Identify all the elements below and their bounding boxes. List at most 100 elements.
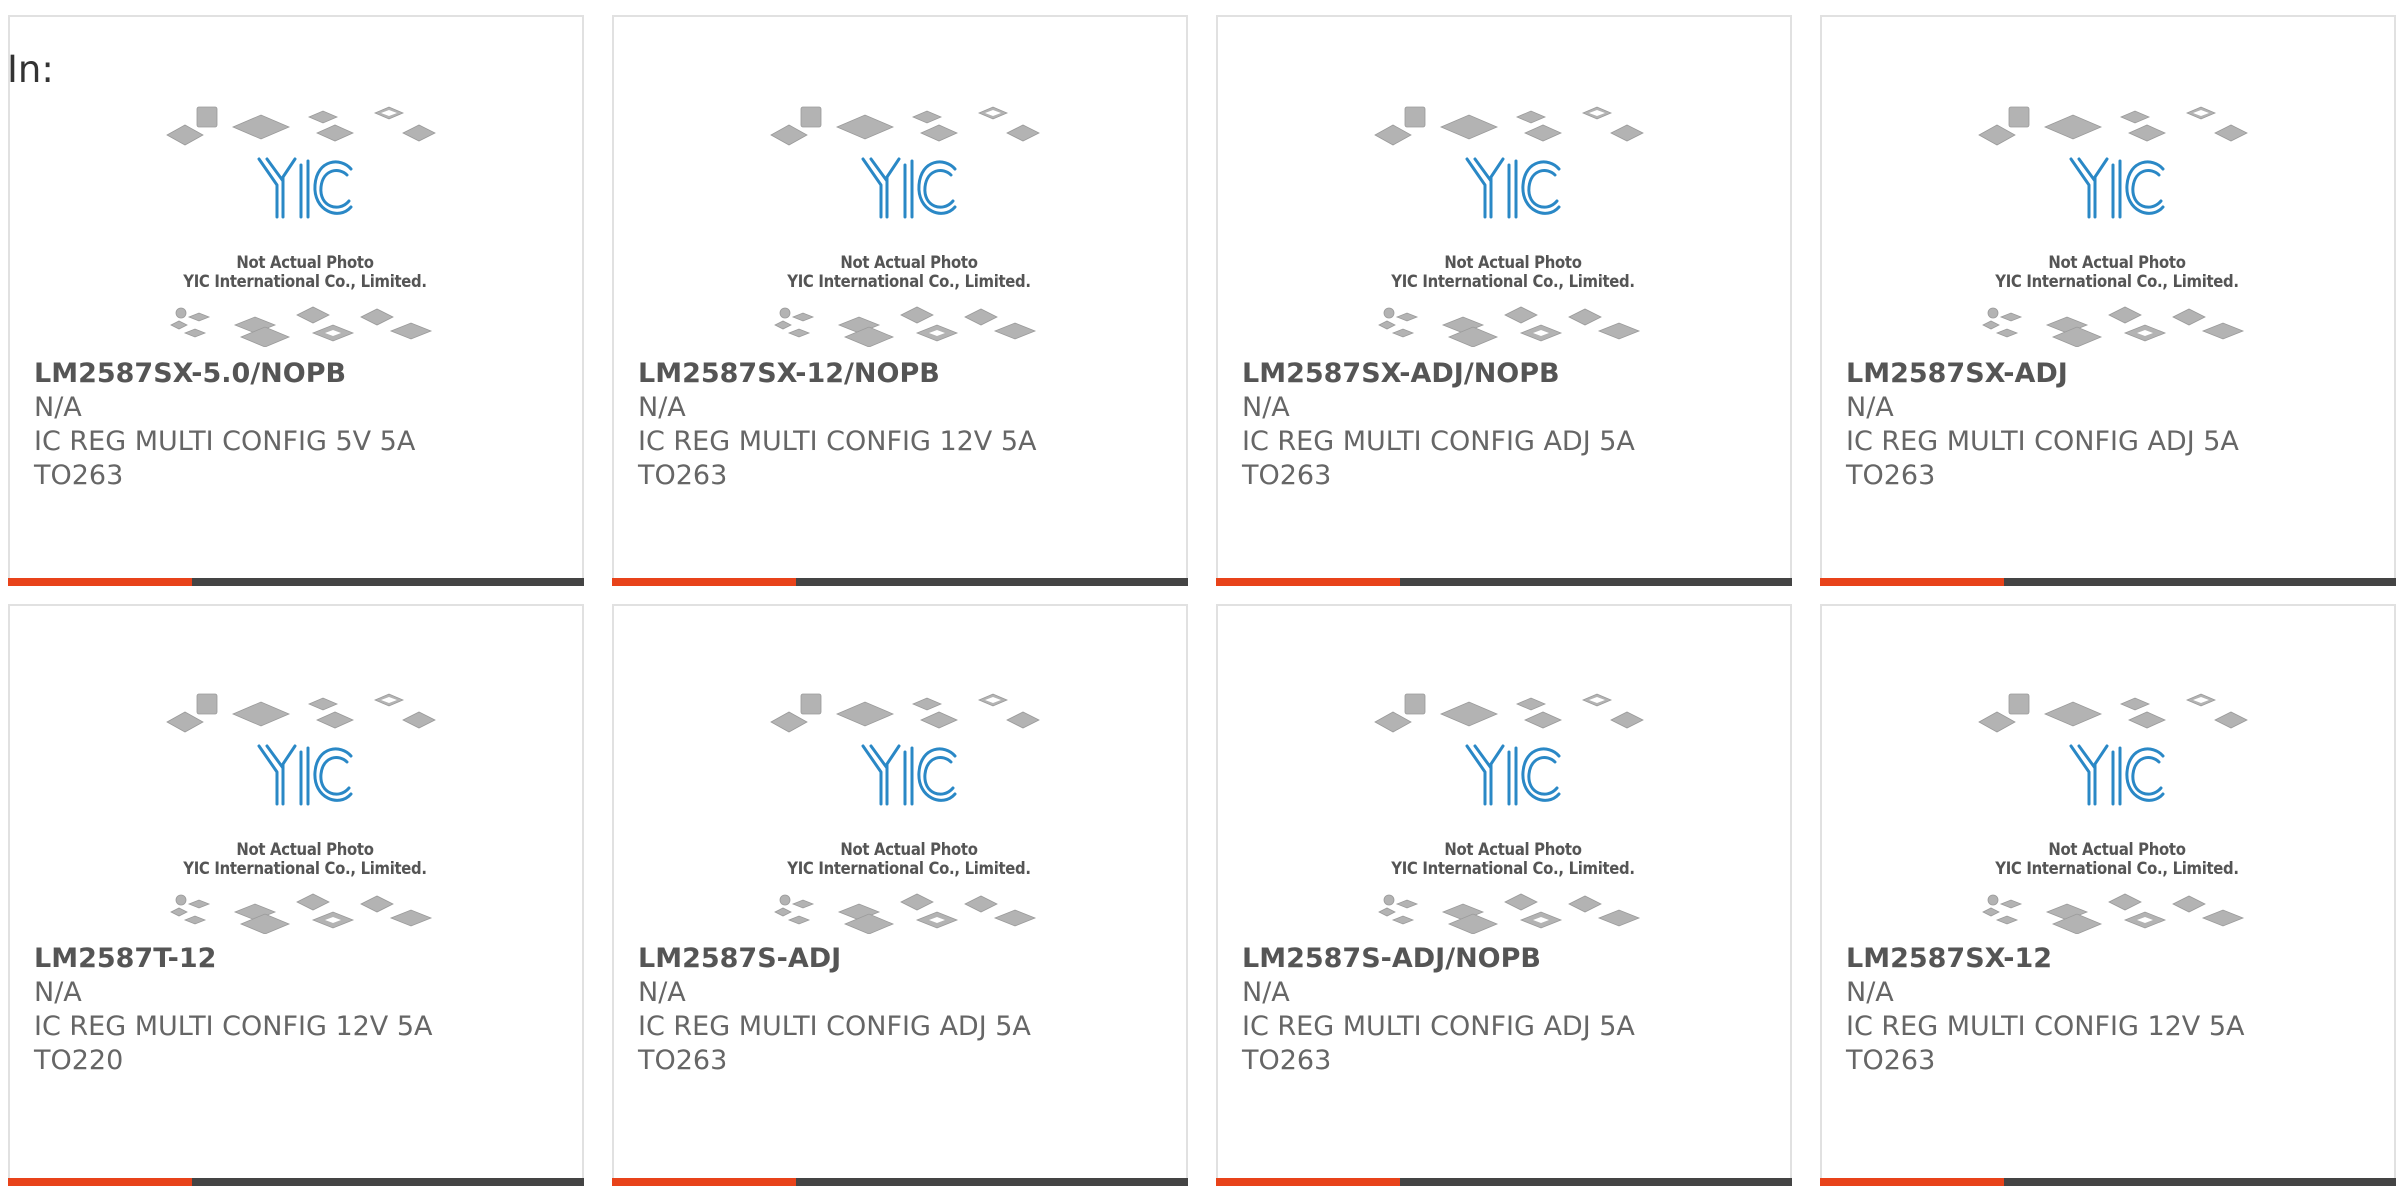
product-info: LM2587SX-12 N/A IC REG MULTI CONFIG 12V … <box>1846 942 2245 1078</box>
placeholder-company: YIC International Co., Limited. <box>1391 859 1635 878</box>
card-accent-bar <box>612 578 1188 586</box>
product-image[interactable]: Not Actual Photo YIC International Co., … <box>1977 105 2257 347</box>
yic-logo-icon <box>861 744 957 806</box>
package-type: TO263 <box>34 460 124 491</box>
product-image[interactable]: Not Actual Photo YIC International Co., … <box>165 105 445 347</box>
product-image[interactable]: Not Actual Photo YIC International Co., … <box>769 105 1049 347</box>
chip-packages-icon <box>1374 693 1644 733</box>
chip-packages-icon <box>166 693 436 733</box>
chip-packages-icon <box>1374 106 1644 146</box>
package-type: TO263 <box>638 1045 728 1076</box>
in-label: In: <box>7 48 54 91</box>
part-number[interactable]: LM2587T-12 <box>34 942 433 976</box>
card-accent-bar <box>612 1178 1188 1186</box>
product-info: LM2587SX-ADJ N/A IC REG MULTI CONFIG ADJ… <box>1846 357 2239 493</box>
chip-packages-icon <box>770 106 1040 146</box>
description: IC REG MULTI CONFIG 12V 5A <box>638 426 1037 457</box>
product-image[interactable]: Not Actual Photo YIC International Co., … <box>165 692 445 934</box>
placeholder-company: YIC International Co., Limited. <box>183 272 427 291</box>
description: IC REG MULTI CONFIG ADJ 5A <box>1846 426 2239 457</box>
card-accent-bar <box>8 1178 584 1186</box>
placeholder-caption: Not Actual Photo <box>1444 253 1582 272</box>
card-accent-highlight <box>612 1178 796 1186</box>
manufacturer: N/A <box>638 392 686 423</box>
part-number[interactable]: LM2587SX-ADJ <box>1846 357 2239 391</box>
placeholder-caption: Not Actual Photo <box>236 840 374 859</box>
manufacturer: N/A <box>1242 977 1290 1008</box>
card-accent-highlight <box>612 578 796 586</box>
package-type: TO263 <box>1846 1045 1936 1076</box>
product-card[interactable]: Not Actual Photo YIC International Co., … <box>8 15 584 586</box>
product-info: LM2587T-12 N/A IC REG MULTI CONFIG 12V 5… <box>34 942 433 1078</box>
manufacturer: N/A <box>1846 977 1894 1008</box>
product-image[interactable]: Not Actual Photo YIC International Co., … <box>1373 105 1653 347</box>
manufacturer: N/A <box>34 977 82 1008</box>
placeholder-company: YIC International Co., Limited. <box>787 272 1031 291</box>
placeholder-company: YIC International Co., Limited. <box>787 859 1031 878</box>
chip-packages-icon <box>1978 106 2248 146</box>
card-accent-bar <box>1216 578 1792 586</box>
product-card[interactable]: Not Actual Photo YIC International Co., … <box>612 604 1188 1186</box>
product-info: LM2587S-ADJ/NOPB N/A IC REG MULTI CONFIG… <box>1242 942 1635 1078</box>
card-accent-bar <box>8 578 584 586</box>
chip-packages-icon <box>170 893 433 934</box>
yic-logo-icon <box>257 744 353 806</box>
card-accent-highlight <box>8 578 192 586</box>
chip-packages-icon <box>1978 693 2248 733</box>
chip-packages-icon <box>1982 306 2245 347</box>
card-accent-highlight <box>1216 578 1400 586</box>
product-card[interactable]: Not Actual Photo YIC International Co., … <box>612 15 1188 586</box>
card-accent-bar <box>1820 1178 2396 1186</box>
product-image[interactable]: Not Actual Photo YIC International Co., … <box>769 692 1049 934</box>
product-card[interactable]: Not Actual Photo YIC International Co., … <box>8 604 584 1186</box>
chip-packages-icon <box>774 893 1037 934</box>
package-type: TO220 <box>34 1045 124 1076</box>
yic-logo-icon <box>257 157 353 219</box>
placeholder-caption: Not Actual Photo <box>840 253 978 272</box>
manufacturer: N/A <box>638 977 686 1008</box>
description: IC REG MULTI CONFIG ADJ 5A <box>1242 1011 1635 1042</box>
placeholder-caption: Not Actual Photo <box>2048 840 2186 859</box>
description: IC REG MULTI CONFIG ADJ 5A <box>1242 426 1635 457</box>
part-number[interactable]: LM2587SX-5.0/NOPB <box>34 357 415 391</box>
card-accent-bar <box>1216 1178 1792 1186</box>
card-accent-highlight <box>1820 1178 2004 1186</box>
manufacturer: N/A <box>34 392 82 423</box>
part-number[interactable]: LM2587SX-ADJ/NOPB <box>1242 357 1635 391</box>
yic-logo-icon <box>861 157 957 219</box>
product-card[interactable]: Not Actual Photo YIC International Co., … <box>1216 15 1792 586</box>
product-card[interactable]: Not Actual Photo YIC International Co., … <box>1820 604 2396 1186</box>
card-accent-highlight <box>1216 1178 1400 1186</box>
placeholder-caption: Not Actual Photo <box>1444 840 1582 859</box>
product-card[interactable]: Not Actual Photo YIC International Co., … <box>1216 604 1792 1186</box>
placeholder-company: YIC International Co., Limited. <box>183 859 427 878</box>
product-grid: Not Actual Photo YIC International Co., … <box>0 0 2400 1186</box>
product-image[interactable]: Not Actual Photo YIC International Co., … <box>1373 692 1653 934</box>
product-info: LM2587SX-ADJ/NOPB N/A IC REG MULTI CONFI… <box>1242 357 1635 493</box>
product-card[interactable]: Not Actual Photo YIC International Co., … <box>1820 15 2396 586</box>
chip-packages-icon <box>770 693 1040 733</box>
part-number[interactable]: LM2587SX-12/NOPB <box>638 357 1037 391</box>
chip-packages-icon <box>1378 306 1641 347</box>
product-image[interactable]: Not Actual Photo YIC International Co., … <box>1977 692 2257 934</box>
yic-logo-icon <box>1465 157 1561 219</box>
yic-logo-icon <box>2069 157 2165 219</box>
placeholder-company: YIC International Co., Limited. <box>1391 272 1635 291</box>
placeholder-caption: Not Actual Photo <box>840 840 978 859</box>
product-info: LM2587SX-12/NOPB N/A IC REG MULTI CONFIG… <box>638 357 1037 493</box>
placeholder-caption: Not Actual Photo <box>2048 253 2186 272</box>
chip-packages-icon <box>170 306 433 347</box>
part-number[interactable]: LM2587S-ADJ <box>638 942 1031 976</box>
manufacturer: N/A <box>1242 392 1290 423</box>
yic-logo-icon <box>1465 744 1561 806</box>
part-number[interactable]: LM2587S-ADJ/NOPB <box>1242 942 1635 976</box>
chip-packages-icon <box>166 106 436 146</box>
part-number[interactable]: LM2587SX-12 <box>1846 942 2245 976</box>
card-accent-highlight <box>8 1178 192 1186</box>
description: IC REG MULTI CONFIG 5V 5A <box>34 426 416 457</box>
manufacturer: N/A <box>1846 392 1894 423</box>
chip-packages-icon <box>774 306 1037 347</box>
placeholder-company: YIC International Co., Limited. <box>1995 859 2239 878</box>
yic-logo-icon <box>2069 744 2165 806</box>
placeholder-company: YIC International Co., Limited. <box>1995 272 2239 291</box>
